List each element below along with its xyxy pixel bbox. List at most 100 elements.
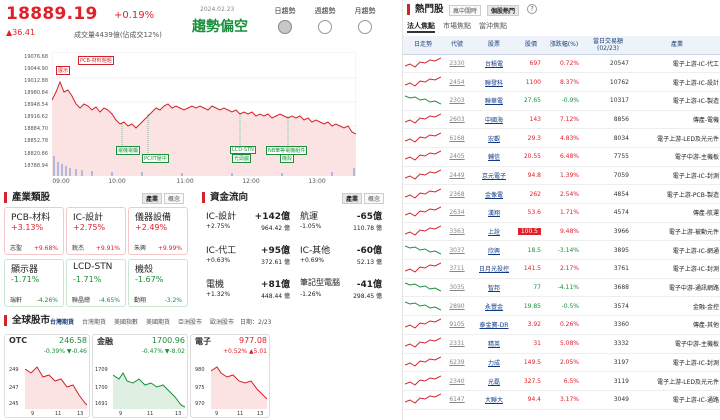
chart-tag-display[interactable]: 展示 [56,66,71,75]
table-row[interactable]: 6147 大聯大 94.4 3.17% 3049 電子上游-IC-通路 [403,390,720,410]
chart-tag-electric[interactable]: 電機電纜 [116,146,141,155]
table-row[interactable]: 2890 永豐金 19.85 -0.5% 3574 金融-金控 [403,296,720,317]
stock-code[interactable]: 2331 [443,334,471,354]
stock-name[interactable]: 京元電子 [471,166,517,186]
mini-chart-finance[interactable]: 金融 1700.96 -0.47% ▼-8.02 1709 1700 1691 … [92,334,188,418]
fund-flow-item[interactable]: IC-設計 +2.75% +142億 964.42 億 [202,207,292,239]
stock-code[interactable]: 3363 [443,222,471,242]
table-row[interactable]: 2330 台積電 697 0.72% 20547 電子上游-IC-代工 [403,54,720,74]
chart-tag-pcit[interactable]: PC/IT壓中 [142,154,169,163]
stock-code[interactable]: 3035 [443,278,471,298]
stock-name[interactable]: 台積電 [471,54,517,74]
table-row[interactable]: 2303 聯華電 27.65 -0.9% 10317 電子上游-IC-製造 [403,91,720,111]
fund-flow-item[interactable]: 航運 -1.05% -65億 110.78 億 [296,207,384,239]
global-tab[interactable]: 亞洲股市 [178,317,202,326]
table-row[interactable]: 2368 金像電 262 2.54% 4854 電子上游-PCB-製造 [403,184,720,204]
table-row[interactable]: 3711 日月光投控 141.5 2.17% 3761 電子上游-IC-封測 [403,259,720,279]
table-row[interactable]: 6239 力成 149.5 2.05% 3197 電子上游-IC-封測 [403,353,720,373]
global-tab[interactable]: 台灣期貨 [50,317,74,326]
stock-name[interactable]: 精英 [471,334,517,354]
stock-code[interactable]: 2330 [443,54,471,74]
global-tab[interactable]: 歐洲股市 [210,317,234,326]
monthly-trend-indicator[interactable]: 月趨勢 [346,6,384,34]
stock-name[interactable]: 智邦 [471,278,517,298]
stock-code[interactable]: 6239 [443,353,471,373]
global-tab[interactable]: 台灣期貨 [82,317,106,326]
stock-name[interactable]: 大聯大 [471,390,517,410]
global-tab[interactable]: 美國指數 [114,317,138,326]
sparkline-cell [403,240,443,261]
stock-code[interactable]: 2634 [443,203,471,223]
fund-flow-item[interactable]: IC-代工 +0.63% +95億 372.61 億 [202,241,292,273]
funds-concept-tab-button[interactable]: 概念 [364,193,385,204]
table-row[interactable]: 2603 中國海 143 7.12% 8856 傳產-電機 [403,110,720,130]
industry-card[interactable]: PCB-材料 +3.13% 志聖 +9.68% [4,207,64,255]
stock-code[interactable]: 2340 [443,371,471,391]
fund-flow-item[interactable]: IC-其他 +0.69% -60億 52.13 億 [296,241,384,273]
chart-tag-pcb[interactable]: PCB-材料題題 [78,56,114,65]
help-icon[interactable]: ? [527,4,537,14]
table-row[interactable]: 3037 欣興 18.5 -3.14% 3895 電子上游-IC-網通 [403,240,720,261]
stock-name[interactable]: 漢翔 [471,203,517,223]
stock-name[interactable]: 輔信 [471,147,517,167]
industry-card[interactable]: IC-設計 +2.75% 銳杰 +9.91% [66,207,126,255]
chart-tag-case[interactable]: 機殼 [280,154,295,163]
stock-code[interactable]: 2449 [443,166,471,186]
fund-flow-item[interactable]: 電機 +1.32% +81億 448.44 億 [202,275,292,307]
table-row[interactable]: 2634 漢翔 53.6 1.71% 4574 傳產-航運 [403,203,720,223]
mini-chart-otc[interactable]: OTC 246.58 -0.39% ▼-0.46 249 247 245 9 1… [4,334,90,418]
chart-tag-lcd[interactable]: LCD-STN [230,146,256,154]
global-tab[interactable]: 美國期貨 [146,317,170,326]
stock-code[interactable]: 2890 [443,296,471,317]
stock-name[interactable]: 聯華電 [471,91,517,111]
chart-tag-optical[interactable]: 光頭戲 [232,154,252,163]
table-row[interactable]: 3363 上詮 100.5 9.48% 3966 電子上游-被動元件 [403,222,720,242]
table-row[interactable]: 2405 輔信 20.55 6.48% 7755 電子中游-主機板 [403,147,720,167]
subtab-market[interactable]: 市場焦點 [443,21,471,31]
subtab-daytrade[interactable]: 當沖焦點 [479,21,507,31]
stock-code[interactable]: 3037 [443,240,471,261]
subtab-institutional[interactable]: 法人焦點 [407,21,435,33]
industry-card[interactable]: 顯示器 -1.71% 瑞軒 -4.26% [4,259,64,307]
industry-card[interactable]: 機殼 -1.67% 勤翔 -3.2% [128,259,188,307]
weekly-trend-indicator[interactable]: 週趨勢 [306,6,344,34]
mini-chart-electronics[interactable]: 電子 977.08 +0.52% ▲5.01 980 975 970 9 11 … [190,334,270,418]
stock-name[interactable]: 欣興 [471,240,517,261]
fund-flow-item[interactable]: 筆記型電腦 -1.26% -41億 298.45 億 [296,275,384,307]
stock-name[interactable]: 永豐金 [471,296,517,317]
stock-code[interactable]: 6168 [443,128,471,148]
stock-name[interactable]: 上詮 [471,222,517,242]
stock-name[interactable]: 宏觀 [471,128,517,148]
daily-trend-indicator[interactable]: 日趨勢 [266,6,304,34]
concept-tab-button[interactable]: 概念 [164,193,185,204]
industry-card[interactable]: 儀器設備 +2.49% 朱興 +9.99% [128,207,188,255]
hot-tab-popular[interactable]: 個股熱門 [487,5,520,16]
table-row[interactable]: 6168 宏觀 29.3 4.83% 8034 電子上游-LED及光元件 [403,128,720,148]
funds-industry-tab-button[interactable]: 產業 [342,193,363,204]
stock-code[interactable]: 2454 [443,72,471,92]
stock-code[interactable]: 2603 [443,110,471,130]
hot-tab-realtime[interactable]: 瘋中闊時 [449,5,482,16]
intraday-chart[interactable]: 19076.68 19044.90 19012.88 18980.84 1894… [4,48,356,185]
stock-name[interactable]: 泰金寶-DR [471,315,517,335]
table-row[interactable]: 2331 精英 31 5.08% 3332 電子中游-主機板 [403,334,720,354]
table-row[interactable]: 2449 京元電子 94.8 1.39% 7059 電子上游-IC-封測 [403,166,720,186]
stock-name[interactable]: 日月光投控 [471,259,517,279]
table-row[interactable]: 2454 聯發科 1100 8.37% 10762 電子上游-IC-設計 [403,72,720,92]
stock-code[interactable]: 2405 [443,147,471,167]
stock-code[interactable]: 2368 [443,184,471,204]
stock-name[interactable]: 中國海 [471,110,517,130]
table-row[interactable]: 3035 智邦 77 -4.11% 3688 電子中游-通訊網路 [403,278,720,298]
stock-code[interactable]: 9105 [443,315,471,335]
stock-code[interactable]: 3711 [443,259,471,279]
stock-name[interactable]: 力成 [471,353,517,373]
industry-tab-button[interactable]: 產業 [142,193,163,204]
stock-name[interactable]: 聯發科 [471,72,517,92]
table-row[interactable]: 9105 泰金寶-DR 3.92 0.26% 3360 傳產-其他 [403,315,720,335]
stock-name[interactable]: 金像電 [471,184,517,204]
stock-code[interactable]: 2303 [443,91,471,111]
table-row[interactable]: 2340 光磊 327.5 6.5% 3119 電子上游-LED及光元件 [403,371,720,391]
stock-name[interactable]: 光磊 [471,371,517,391]
stock-code[interactable]: 6147 [443,390,471,410]
industry-card[interactable]: LCD-STN -1.71% 聯晶總 -4.65% [66,259,126,307]
